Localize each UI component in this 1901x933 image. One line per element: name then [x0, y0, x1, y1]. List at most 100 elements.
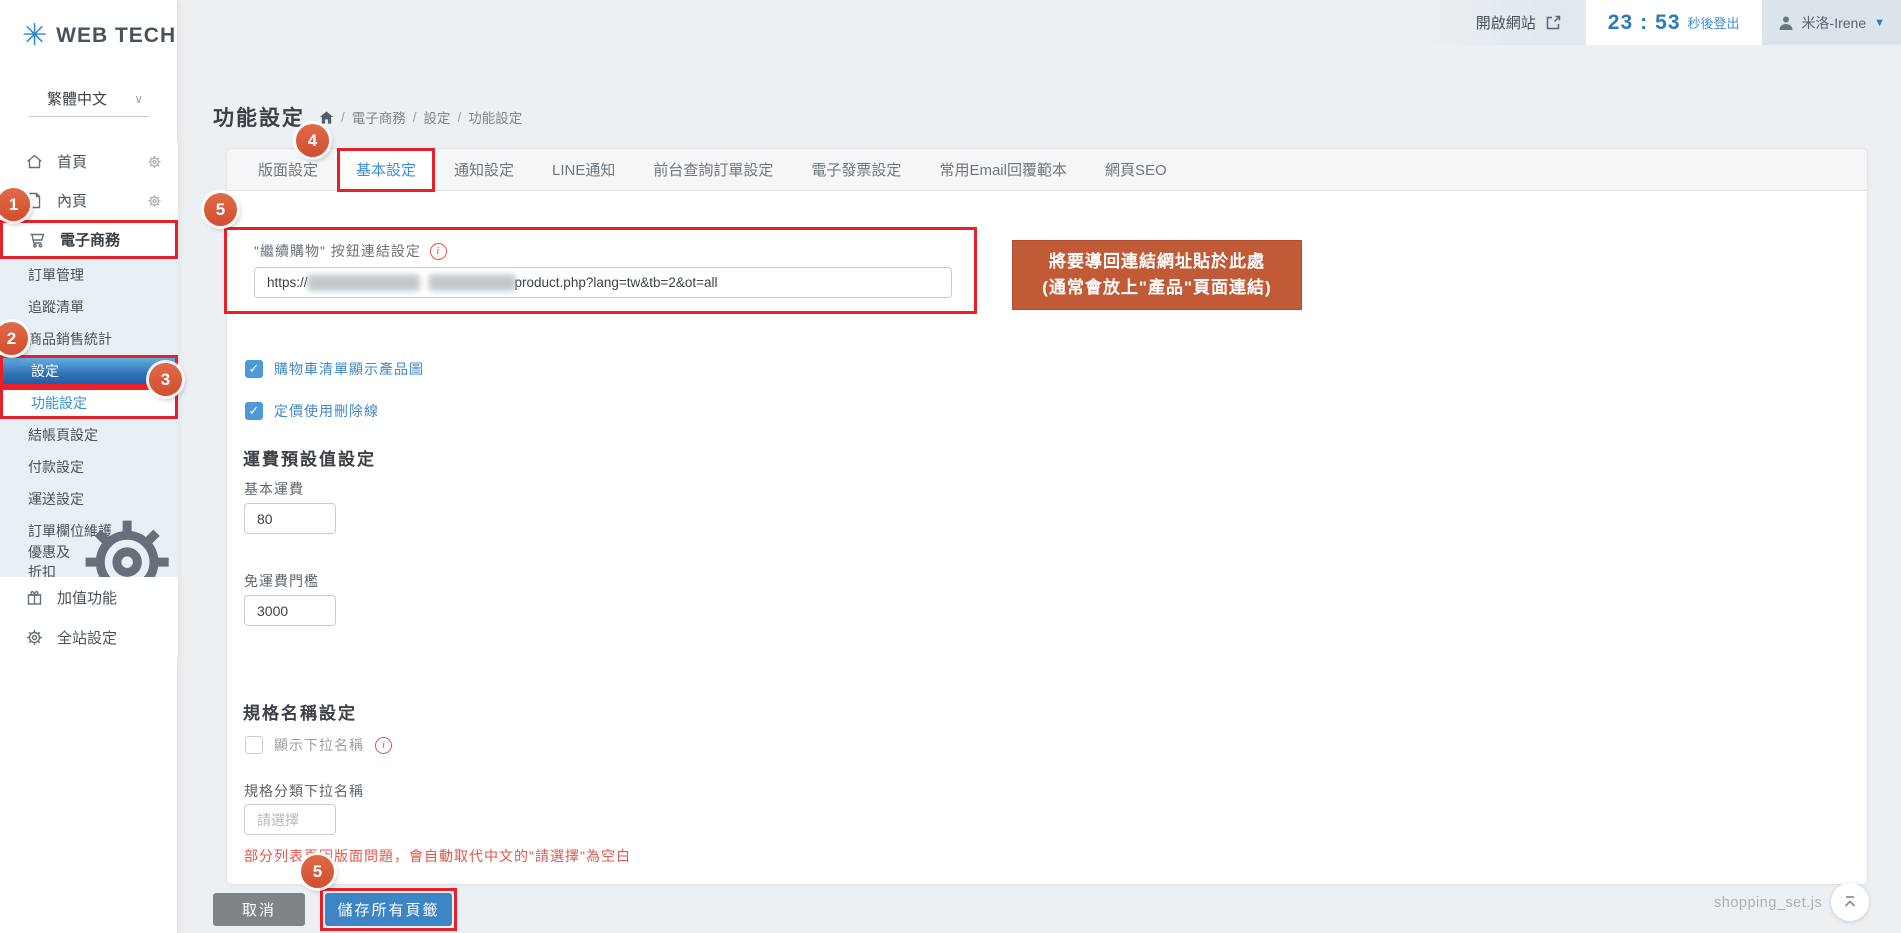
- breadcrumb-separator: /: [458, 110, 462, 125]
- free-shipping-label: 免運費門檻: [244, 571, 319, 591]
- url-masked-segment: ██████████: [429, 275, 515, 290]
- sidebar-item-tracking-list[interactable]: 追蹤清單: [0, 291, 178, 323]
- checkbox-label: 購物車清單顯示產品圖: [274, 359, 424, 379]
- checkbox-checked-icon: ✓: [245, 402, 263, 420]
- open-website-link[interactable]: 開啟網站: [1416, 0, 1586, 45]
- sidebar-item-label: 追蹤清單: [28, 297, 84, 317]
- home-icon[interactable]: [319, 110, 334, 125]
- chevron-down-icon: ▼: [1874, 17, 1885, 29]
- checkbox-show-dropdown-name[interactable]: 顯示下拉名稱 i: [245, 735, 392, 755]
- gear-icon[interactable]: [147, 193, 162, 208]
- breadcrumb-separator: /: [413, 110, 417, 125]
- scroll-to-top-button[interactable]: [1831, 883, 1869, 921]
- breadcrumb-item[interactable]: 電子商務: [352, 107, 406, 127]
- info-icon[interactable]: i: [430, 243, 447, 260]
- tabstrip: 版面設定 基本設定 通知設定 LINE通知 前台查詢訂單設定 電子發票設定 常用…: [227, 149, 1867, 191]
- checkbox-label: 定價使用刪除線: [274, 401, 379, 421]
- tab-email-templates[interactable]: 常用Email回覆範本: [920, 149, 1086, 190]
- logo: ✳ WEB TECH: [0, 0, 177, 50]
- asterisk-logo-icon: ✳: [22, 22, 47, 50]
- user-menu[interactable]: 米洛-Irene ▼: [1762, 0, 1901, 45]
- language-selector[interactable]: 繁體中文 ∨: [29, 84, 149, 117]
- sidebar-item-home[interactable]: 首頁: [0, 142, 178, 181]
- sidebar-item-order-management[interactable]: 訂單管理: [0, 259, 178, 291]
- sidebar-item-label: 結帳頁設定: [28, 425, 98, 445]
- page-title: 功能設定: [213, 102, 305, 132]
- continue-shopping-label: "繼續購物" 按鈕連結設定: [254, 241, 421, 261]
- sidebar-item-discounts[interactable]: 優惠及折扣: [0, 547, 178, 577]
- step-badge-3: 3: [149, 363, 182, 396]
- continue-shopping-label-row: "繼續購物" 按鈕連結設定 i: [254, 241, 447, 261]
- tab-label: LINE通知: [552, 159, 615, 180]
- sidebar-item-label: 商品銷售統計: [28, 329, 112, 349]
- gear-icon: [25, 628, 44, 647]
- page-head: 功能設定 / 電子商務 / 設定 / 功能設定: [213, 102, 522, 132]
- info-icon[interactable]: i: [375, 737, 392, 754]
- step-badge-5-bottom: 5: [301, 855, 334, 888]
- sidebar-item-label: 加值功能: [57, 587, 117, 608]
- save-all-tabs-button[interactable]: 儲存所有頁籤: [325, 893, 452, 926]
- tab-label: 前台查詢訂單設定: [653, 159, 773, 180]
- tab-line-notify[interactable]: LINE通知: [533, 149, 634, 190]
- home-icon: [25, 152, 44, 171]
- chevron-down-icon: ∨: [134, 92, 143, 106]
- sidebar-menu: 首頁 內頁 電子商務 訂單管理 追蹤清單 商品銷售統計 設定 功能設定 結帳頁設…: [0, 142, 178, 657]
- user-name: 米洛-Irene: [1802, 13, 1867, 33]
- section-title-spec: 規格名稱設定: [243, 699, 357, 724]
- sidebar-item-checkout-settings[interactable]: 結帳頁設定: [0, 419, 178, 451]
- section-title-shipping: 運費預設值設定: [243, 445, 376, 470]
- checkbox-show-product-image[interactable]: ✓ 購物車清單顯示產品圖: [245, 359, 424, 379]
- tab-basic-settings[interactable]: 基本設定: [337, 149, 435, 190]
- brand-name: WEB TECH: [56, 24, 176, 48]
- sidebar-item-label: 內頁: [57, 190, 87, 211]
- breadcrumb-item: 功能設定: [468, 107, 522, 127]
- checkbox-price-strikethrough[interactable]: ✓ 定價使用刪除線: [245, 401, 379, 421]
- tab-notification-settings[interactable]: 通知設定: [435, 149, 533, 190]
- breadcrumb-item[interactable]: 設定: [424, 107, 451, 127]
- annotation-line-2: (通常會放上"產品"頁面連結): [1042, 275, 1271, 301]
- tab-label: 基本設定: [356, 159, 416, 180]
- tutorial-annotation-box: 將要導回連結網址貼於此處 (通常會放上"產品"頁面連結): [1012, 240, 1302, 310]
- url-masked-segment: █████████████: [308, 275, 419, 290]
- timer-colon: :: [1640, 11, 1648, 35]
- step-badge-4: 4: [296, 124, 329, 157]
- tab-order-inquiry[interactable]: 前台查詢訂單設定: [634, 149, 792, 190]
- timer-minutes: 23: [1608, 11, 1633, 35]
- form-actions: 取消 儲存所有頁籤: [213, 893, 452, 926]
- tab-label: 電子發票設定: [811, 159, 901, 180]
- external-link-icon: [1545, 14, 1562, 31]
- tab-e-invoice[interactable]: 電子發票設定: [792, 149, 920, 190]
- tab-seo[interactable]: 網頁SEO: [1086, 149, 1186, 190]
- cancel-button[interactable]: 取消: [213, 893, 305, 926]
- sidebar-item-site-settings[interactable]: 全站設定: [0, 617, 178, 657]
- sidebar-item-function-settings[interactable]: 功能設定: [0, 387, 178, 419]
- timer-seconds: 53: [1655, 11, 1680, 35]
- sidebar-item-label: 設定: [31, 361, 59, 381]
- breadcrumb: / 電子商務 / 設定 / 功能設定: [319, 107, 522, 127]
- checkbox-unchecked-icon: [245, 736, 263, 754]
- tab-label: 通知設定: [454, 159, 514, 180]
- spec-category-input[interactable]: [244, 804, 336, 835]
- breadcrumb-separator: /: [341, 110, 345, 125]
- gear-icon[interactable]: [147, 154, 162, 169]
- sidebar-item-payment-settings[interactable]: 付款設定: [0, 451, 178, 483]
- sidebar-item-label: 運送設定: [28, 489, 84, 509]
- url-prefix: https://: [267, 275, 308, 290]
- tab-layout-settings[interactable]: 版面設定: [239, 149, 337, 190]
- timer-suffix: 秒後登出: [1688, 13, 1740, 32]
- sidebar-item-label: 功能設定: [31, 393, 87, 413]
- continue-shopping-url-input[interactable]: https:// █████████████ ██████████ produc…: [254, 267, 952, 298]
- tab-label: 網頁SEO: [1105, 159, 1167, 180]
- checkbox-label: 顯示下拉名稱: [274, 735, 364, 755]
- base-shipping-input[interactable]: [244, 503, 336, 534]
- step-badge-5-top: 5: [204, 193, 237, 226]
- base-shipping-label: 基本運費: [244, 479, 304, 499]
- spec-category-label: 規格分類下拉名稱: [244, 781, 364, 801]
- tab-label: 常用Email回覆範本: [939, 159, 1067, 180]
- free-shipping-input[interactable]: [244, 595, 336, 626]
- logout-timer: 23 : 53 秒後登出: [1586, 0, 1762, 45]
- script-filename: shopping_set.js: [1714, 895, 1822, 911]
- cart-icon: [28, 230, 47, 249]
- sidebar-item-addons[interactable]: 加值功能: [0, 577, 178, 617]
- sidebar-item-ecommerce[interactable]: 電子商務: [0, 220, 178, 259]
